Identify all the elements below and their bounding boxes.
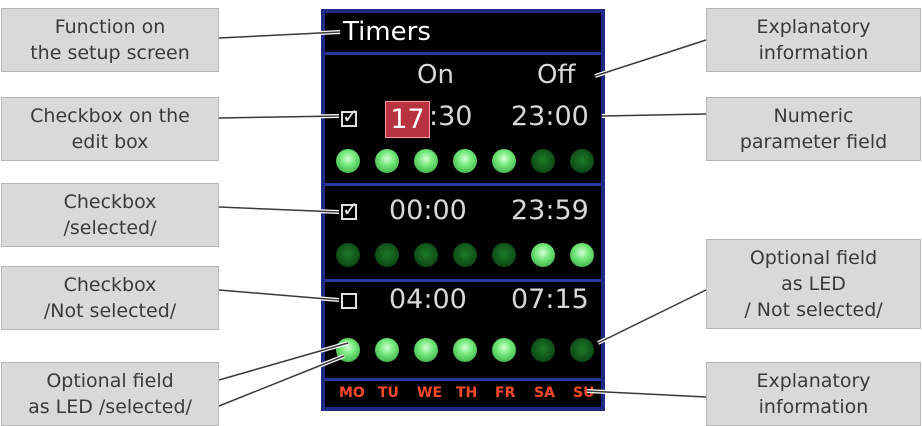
- day-label: MO: [339, 385, 365, 401]
- callout-led-not-selected: Optional field as LED / Not selected/: [706, 239, 921, 329]
- device-frame: Timers On Off ✓ 17 :30 23:00 ✓ 00:00 23:…: [321, 9, 605, 411]
- screen-title: Timers: [343, 17, 431, 47]
- day-label: SU: [573, 385, 595, 401]
- led-indicator[interactable]: [531, 149, 555, 173]
- row-2-off-time[interactable]: 23:59: [511, 195, 589, 226]
- column-off-label: Off: [537, 60, 576, 90]
- callout-checkbox-not-selected: Checkbox /Not selected/: [1, 266, 219, 330]
- row-3-on-time[interactable]: 04:00: [389, 284, 467, 315]
- row-divider: [325, 183, 601, 186]
- led-indicator[interactable]: [492, 243, 516, 267]
- checkmark-icon: ✓: [342, 197, 359, 221]
- screen-header: Timers: [325, 13, 601, 55]
- row-1-off-time[interactable]: 23:00: [511, 101, 589, 132]
- led-indicator[interactable]: [453, 338, 477, 362]
- checkmark-icon: ✓: [342, 104, 359, 128]
- callout-checkbox-selected: Checkbox /selected/: [1, 183, 219, 247]
- callout-function: Function on the setup screen: [1, 8, 219, 72]
- led-indicator[interactable]: [414, 243, 438, 267]
- led-indicator[interactable]: [414, 149, 438, 173]
- led-indicator[interactable]: [492, 149, 516, 173]
- led-indicator[interactable]: [531, 243, 555, 267]
- led-indicator[interactable]: [492, 338, 516, 362]
- callout-explanatory-top: Explanatory information: [706, 8, 921, 72]
- timer-screen: Timers On Off ✓ 17 :30 23:00 ✓ 00:00 23:…: [325, 13, 601, 407]
- led-indicator[interactable]: [570, 243, 594, 267]
- row-3-off-time[interactable]: 07:15: [511, 284, 589, 315]
- day-label: SA: [534, 385, 555, 401]
- row-2-on-time[interactable]: 00:00: [389, 195, 467, 226]
- led-indicator[interactable]: [531, 338, 555, 362]
- weekday-bar: MO TU WE TH FR SA SU: [325, 378, 601, 407]
- row-2-checkbox[interactable]: ✓: [341, 197, 359, 221]
- row-divider: [325, 279, 601, 282]
- callout-numeric: Numeric parameter field: [706, 97, 921, 161]
- led-indicator[interactable]: [570, 338, 594, 362]
- led-indicator[interactable]: [375, 149, 399, 173]
- row-3-checkbox[interactable]: [341, 293, 357, 309]
- callout-checkbox-edit: Checkbox on the edit box: [1, 97, 219, 161]
- row-1-on-hour-field[interactable]: 17: [385, 101, 430, 138]
- led-indicator[interactable]: [336, 338, 360, 362]
- day-label: FR: [495, 385, 516, 401]
- row-1-on-minutes[interactable]: :30: [429, 101, 472, 132]
- led-indicator[interactable]: [336, 243, 360, 267]
- callout-explanatory-bottom: Explanatory information: [706, 362, 921, 426]
- column-on-label: On: [417, 60, 454, 90]
- day-label: WE: [417, 385, 443, 401]
- row-1-checkbox[interactable]: ✓: [341, 104, 359, 128]
- day-label: TH: [456, 385, 478, 401]
- led-indicator[interactable]: [375, 338, 399, 362]
- led-indicator[interactable]: [336, 149, 360, 173]
- led-indicator[interactable]: [453, 149, 477, 173]
- led-indicator[interactable]: [453, 243, 477, 267]
- led-indicator[interactable]: [375, 243, 399, 267]
- led-indicator[interactable]: [570, 149, 594, 173]
- callout-led-selected: Optional field as LED /selected/: [1, 362, 219, 426]
- day-label: TU: [378, 385, 399, 401]
- led-indicator[interactable]: [414, 338, 438, 362]
